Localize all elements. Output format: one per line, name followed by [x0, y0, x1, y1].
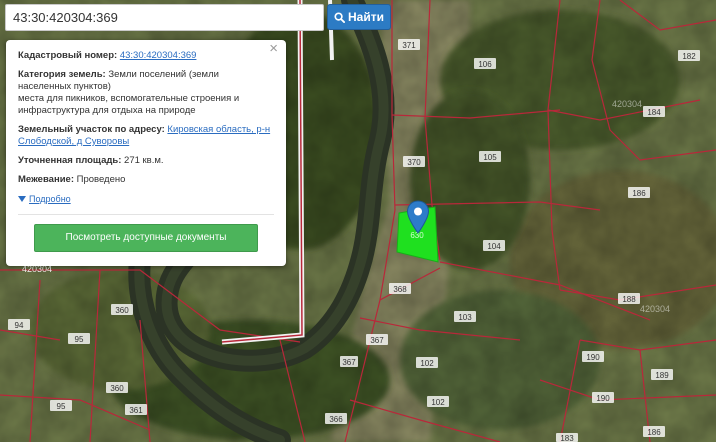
parcel-label: 368: [389, 283, 411, 294]
svg-text:190: 190: [586, 353, 600, 362]
svg-text:190: 190: [596, 394, 610, 403]
details-toggle[interactable]: Подробно: [18, 193, 71, 205]
parcel-label: 184: [643, 106, 665, 117]
svg-text:366: 366: [329, 415, 343, 424]
svg-text:371: 371: [402, 41, 416, 50]
details-toggle-label: Подробно: [29, 194, 71, 204]
parcel-label: 102: [416, 357, 438, 368]
area-label: Уточненная площадь:: [18, 155, 122, 166]
parcel-label: 186: [643, 426, 665, 437]
svg-text:182: 182: [682, 52, 696, 61]
parcel-label: 182: [678, 50, 700, 61]
land-category-label: Категория земель:: [18, 69, 106, 80]
cadastral-number-label: Кадастровый номер:: [18, 50, 118, 61]
parcel-info-popup: × Кадастровый номер: 43:30:420304:369 Ка…: [6, 40, 286, 266]
parcel-label: 104: [483, 240, 505, 251]
svg-text:368: 368: [393, 285, 407, 294]
parcel-label: 102: [427, 396, 449, 407]
svg-text:367: 367: [342, 358, 356, 367]
svg-text:360: 360: [115, 306, 129, 315]
svg-text:102: 102: [420, 359, 434, 368]
parcel-label: 106: [474, 58, 496, 69]
svg-text:186: 186: [632, 189, 646, 198]
quarter-label: 420304: [612, 99, 642, 109]
parcel-label: 367: [366, 334, 388, 345]
cadastral-number-link[interactable]: 43:30:420304:369: [120, 50, 197, 61]
svg-text:370: 370: [407, 158, 421, 167]
map-marker-icon[interactable]: [406, 200, 430, 234]
svg-text:106: 106: [478, 60, 492, 69]
area-row: Уточненная площадь: 271 кв.м.: [18, 155, 274, 167]
land-usage-value: места для пикников, вспомогательные стро…: [18, 93, 240, 116]
parcel-label: 95: [68, 333, 90, 344]
parcel-label: 105: [479, 151, 501, 162]
svg-text:360: 360: [110, 384, 124, 393]
cadastral-number-row: Кадастровый номер: 43:30:420304:369: [18, 50, 274, 62]
svg-text:105: 105: [483, 153, 497, 162]
parcel-label: 188: [618, 293, 640, 304]
parcel-label: 360: [111, 304, 133, 315]
search-button[interactable]: Найти: [327, 4, 391, 30]
divider: [18, 214, 274, 215]
svg-text:367: 367: [370, 336, 384, 345]
search-box[interactable]: [5, 4, 324, 31]
parcel-label: 370: [403, 156, 425, 167]
view-documents-button[interactable]: Посмотреть доступные документы: [34, 224, 258, 252]
survey-label: Межевание:: [18, 174, 74, 185]
search-button-label: Найти: [348, 10, 384, 24]
svg-text:95: 95: [57, 402, 66, 411]
parcel-label: 95: [50, 400, 72, 411]
parcel-label: 190: [592, 392, 614, 403]
parcel-label: 190: [582, 351, 604, 362]
parcel-label: 360: [106, 382, 128, 393]
svg-text:183: 183: [560, 434, 574, 442]
svg-text:103: 103: [458, 313, 472, 322]
parcel-label: 103: [454, 311, 476, 322]
land-category-row: Категория земель: Земли поселений (земли…: [18, 69, 274, 117]
parcel-label: 189: [651, 369, 673, 380]
parcel-label: 367: [340, 356, 358, 367]
svg-text:361: 361: [129, 406, 143, 415]
triangle-down-icon: [18, 196, 26, 202]
parcel-label: 371: [398, 39, 420, 50]
search-icon: [334, 11, 345, 23]
parcel-label: 366: [325, 413, 347, 424]
search-input[interactable]: [6, 5, 323, 30]
parcel-label: 361: [125, 404, 147, 415]
svg-text:186: 186: [647, 428, 661, 437]
survey-value: Проведено: [76, 174, 126, 185]
svg-text:189: 189: [655, 371, 669, 380]
svg-text:95: 95: [75, 335, 84, 344]
quarter-label: 420304: [640, 304, 670, 314]
area-value: 271 кв.м.: [124, 155, 164, 166]
svg-text:102: 102: [431, 398, 445, 407]
close-icon[interactable]: ×: [269, 41, 278, 56]
parcel-label: 186: [628, 187, 650, 198]
address-row: Земельный участок по адресу: Кировская о…: [18, 124, 274, 148]
parcel-label: 94: [8, 319, 30, 330]
svg-text:94: 94: [15, 321, 24, 330]
svg-text:188: 188: [622, 295, 636, 304]
parcel-label: 183: [556, 433, 578, 442]
svg-text:104: 104: [487, 242, 501, 251]
address-label: Земельный участок по адресу:: [18, 124, 165, 135]
svg-text:184: 184: [647, 108, 661, 117]
survey-row: Межевание: Проведено: [18, 174, 274, 186]
